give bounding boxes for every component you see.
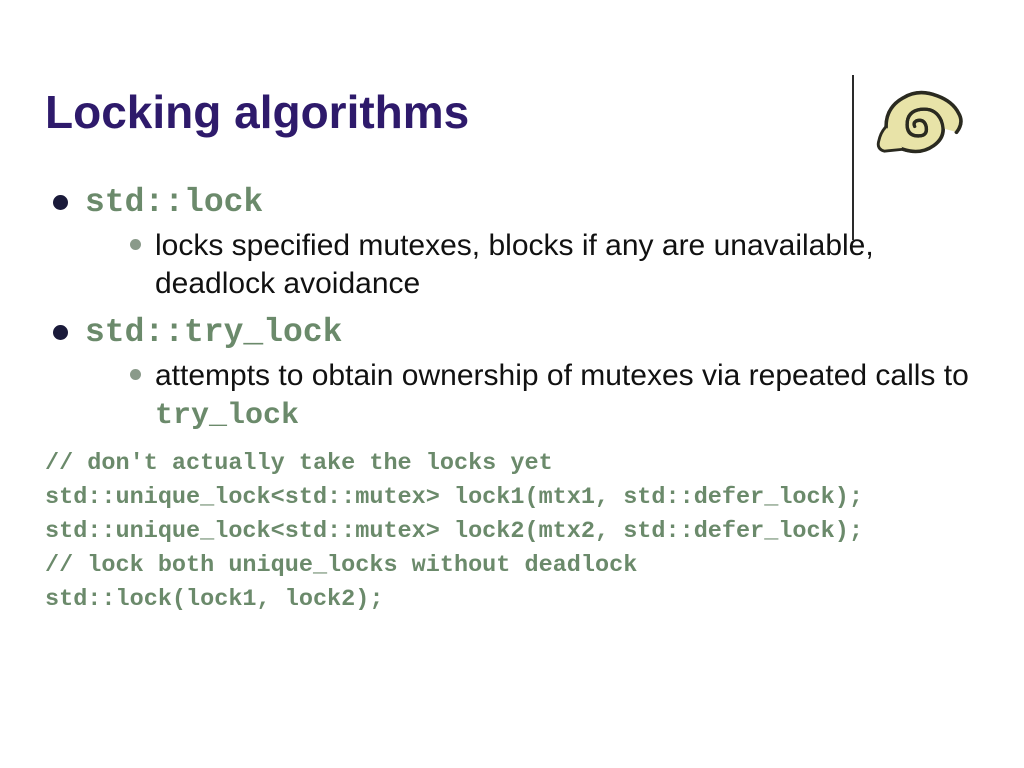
sub-bullet-item: locks specified mutexes, blocks if any a… [85, 227, 984, 302]
slide-header: Locking algorithms [45, 85, 984, 139]
code-line: std::unique_lock<std::mutex> lock2(mtx2,… [45, 518, 863, 545]
slide-content: std::lock locks specified mutexes, block… [45, 184, 984, 617]
inline-code: try_lock [155, 399, 299, 433]
code-block: // don't actually take the locks yet std… [45, 447, 984, 617]
code-line: // don't actually take the locks yet [45, 450, 553, 477]
sub-bullet-text: locks specified mutexes, blocks if any a… [155, 229, 874, 300]
bullet-item: std::lock locks specified mutexes, block… [45, 184, 984, 302]
sub-bullet-list: attempts to obtain ownership of mutexes … [85, 357, 984, 435]
code-line: // lock both unique_locks without deadlo… [45, 552, 637, 579]
sub-text-before: attempts to obtain ownership of mutexes … [155, 359, 969, 392]
bullet-list: std::lock locks specified mutexes, block… [45, 184, 984, 435]
slide-title: Locking algorithms [45, 85, 984, 139]
sub-bullet-text: attempts to obtain ownership of mutexes … [155, 359, 969, 430]
code-line: std::lock(lock1, lock2); [45, 586, 383, 613]
code-line: std::unique_lock<std::mutex> lock1(mtx1,… [45, 484, 863, 511]
snail-icon [871, 75, 966, 157]
sub-bullet-item: attempts to obtain ownership of mutexes … [85, 357, 984, 435]
sub-bullet-list: locks specified mutexes, blocks if any a… [85, 227, 984, 302]
bullet-code-label: std::try_lock [85, 314, 342, 351]
bullet-code-label: std::lock [85, 184, 263, 221]
slide: Locking algorithms std::lock locks speci… [0, 0, 1024, 768]
bullet-item: std::try_lock attempts to obtain ownersh… [45, 314, 984, 435]
